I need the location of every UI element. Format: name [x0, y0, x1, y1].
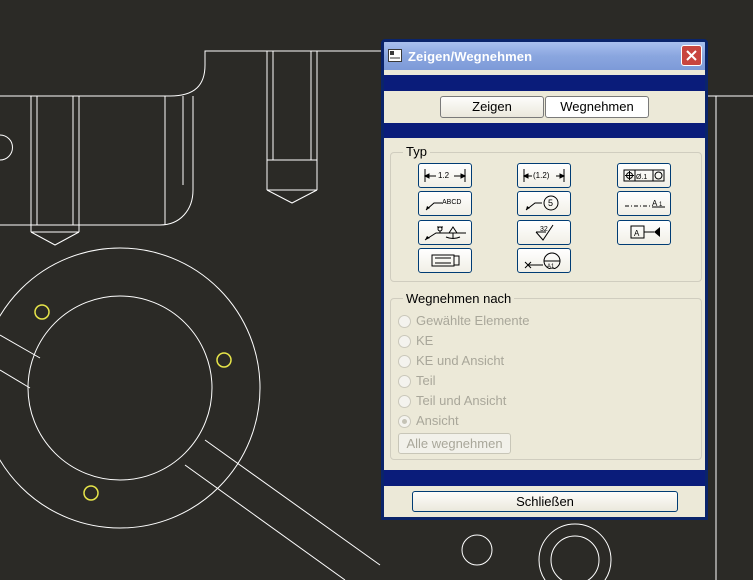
window-app-icon	[388, 49, 402, 62]
radio-circle	[398, 355, 411, 368]
radio-selected-dot	[402, 419, 407, 424]
radio-label: Teil und Ansicht	[416, 393, 507, 408]
datum-target-icon: A1	[524, 252, 561, 269]
datum-icon: A	[630, 225, 660, 239]
svg-text:A1: A1	[547, 264, 555, 269]
cosmetic-feature-icon	[431, 254, 460, 267]
left-bolt	[30, 96, 80, 246]
radio-label: Teil	[416, 373, 436, 388]
radio-label: KE und Ansicht	[416, 353, 505, 368]
type-button-note[interactable]: ABCD	[418, 191, 472, 216]
close-dialog-button[interactable]: Schließen	[412, 491, 678, 512]
tab-remove[interactable]: Wegnehmen	[545, 96, 649, 118]
type-button-axis[interactable]: A 1	[617, 191, 671, 216]
title-bar[interactable]: Zeigen/Wegnehmen	[384, 42, 705, 70]
type-button-dimension[interactable]: 1.2	[418, 163, 472, 188]
radio-label: Gewählte Elemente	[416, 313, 530, 328]
svg-text:(1.2): (1.2)	[533, 171, 550, 180]
close-icon	[686, 50, 697, 61]
type-button-weld-symbol[interactable]	[418, 220, 472, 245]
dimension-icon: 1.2	[423, 169, 467, 182]
radio-circle	[398, 415, 411, 428]
weld-symbol-icon	[424, 226, 466, 241]
close-button[interactable]	[681, 45, 702, 66]
bolt-hole-2	[216, 352, 232, 368]
balloon-icon: 5	[525, 195, 559, 211]
reference-dimension-icon: (1.2)	[522, 169, 566, 182]
top-bolt	[266, 51, 318, 204]
top-dark-bar	[384, 75, 705, 91]
svg-text:5: 5	[548, 198, 553, 208]
svg-text:A: A	[634, 229, 640, 238]
type-button-cosmetic-feature[interactable]	[418, 248, 472, 273]
axis-icon: A 1	[625, 199, 665, 208]
bottom-dark-bar	[384, 470, 705, 486]
tab-show[interactable]: Zeigen	[440, 96, 544, 118]
type-button-surface-finish[interactable]: 32	[517, 220, 571, 245]
flange-outer-circle	[0, 247, 261, 529]
radio-label: KE	[416, 333, 434, 348]
type-group-legend: Typ	[403, 144, 430, 159]
bolt-hole-3	[83, 485, 99, 501]
radio-circle	[398, 335, 411, 348]
radio-circle	[398, 315, 411, 328]
remove-all-button[interactable]: Alle wegnehmen	[398, 433, 511, 454]
middle-dark-bar	[384, 123, 705, 138]
part-lower-outline	[0, 96, 194, 226]
flange-inner-circle	[27, 295, 213, 481]
surface-finish-icon: 32	[535, 224, 554, 241]
type-button-reference-dimension[interactable]: (1.2)	[517, 163, 571, 188]
remove-by-group-legend: Wegnehmen nach	[403, 291, 515, 306]
svg-text:Ø.1: Ø.1	[636, 174, 647, 181]
radio-circle	[398, 395, 411, 408]
part-outline	[0, 50, 383, 97]
type-button-datum-target[interactable]: A1	[517, 248, 571, 273]
note-icon: ABCD	[425, 199, 461, 211]
radio-circle	[398, 375, 411, 388]
type-button-datum[interactable]: A	[617, 220, 671, 245]
window-title: Zeigen/Wegnehmen	[408, 49, 533, 64]
type-button-balloon[interactable]: 5	[517, 191, 571, 216]
type-button-geometric-tolerance[interactable]: Ø.1	[617, 163, 671, 188]
geometric-tolerance-icon: Ø.1	[623, 169, 665, 182]
svg-text:ABCD: ABCD	[442, 199, 461, 206]
svg-text:1.2: 1.2	[438, 171, 450, 180]
bolt-hole-1	[34, 304, 50, 320]
show-remove-dialog: Zeigen/Wegnehmen Zeigen Wegnehmen Typ 1.…	[381, 39, 708, 520]
radio-label: Ansicht	[416, 413, 459, 428]
